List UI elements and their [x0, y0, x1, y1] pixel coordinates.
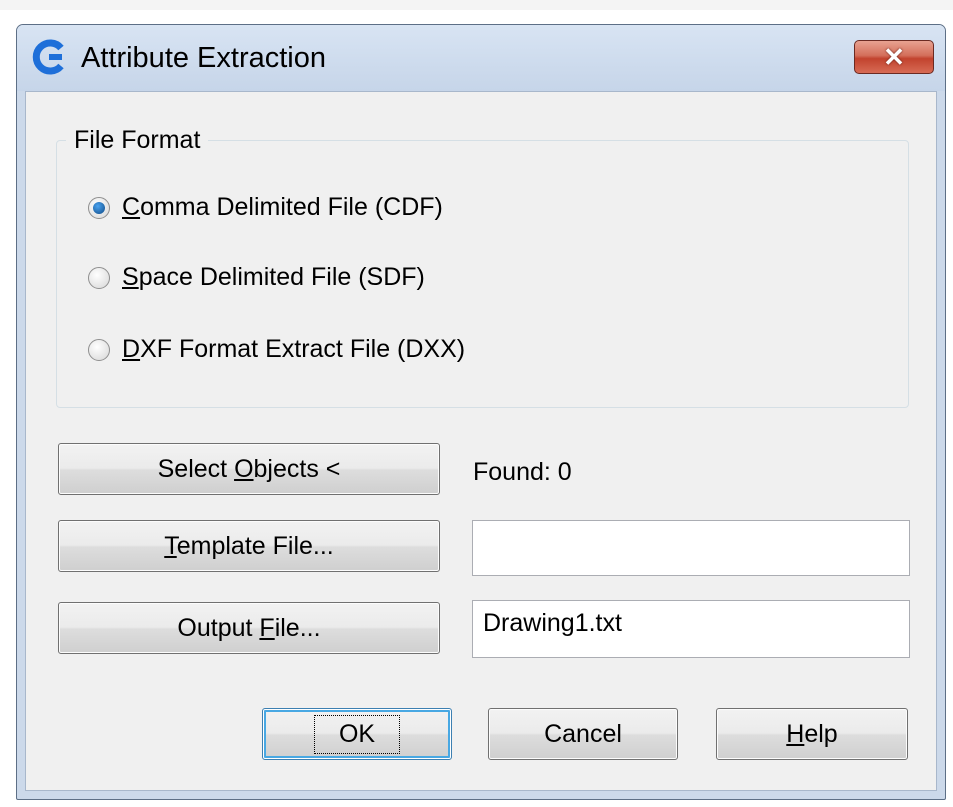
help-label: Help	[786, 719, 838, 748]
radio-cdf[interactable]: Comma Delimited File (CDF)	[88, 193, 443, 222]
app-logo-icon	[32, 39, 64, 75]
title-bar[interactable]: Attribute Extraction ✕	[17, 25, 945, 91]
radio-button-cdf[interactable]	[88, 196, 110, 219]
radio-sdf[interactable]: Space Delimited File (SDF)	[88, 263, 425, 292]
radio-dxx[interactable]: DXF Format Extract File (DXX)	[88, 335, 465, 364]
close-button[interactable]: ✕	[854, 40, 934, 74]
top-strip	[0, 0, 953, 10]
close-icon: ✕	[883, 41, 905, 72]
output-file-label: Output File...	[177, 613, 321, 642]
file-format-label: File Format	[66, 126, 209, 155]
template-file-button[interactable]: Template File...	[58, 520, 440, 572]
select-objects-label: Select Objects <	[157, 454, 341, 483]
radio-label-sdf: Space Delimited File (SDF)	[122, 263, 425, 291]
radio-label-dxx: DXF Format Extract File (DXX)	[122, 335, 466, 363]
output-file-field[interactable]: Drawing1.txt	[472, 600, 910, 658]
template-file-label: Template File...	[164, 531, 334, 560]
ok-label: OK	[313, 714, 401, 754]
radio-button-sdf[interactable]	[88, 266, 110, 289]
found-count: Found: 0	[473, 458, 572, 486]
dialog-window: Attribute Extraction ✕ File Format Comma…	[16, 24, 946, 800]
cancel-button[interactable]: Cancel	[488, 708, 678, 760]
dialog-title: Attribute Extraction	[81, 42, 326, 74]
output-file-button[interactable]: Output File...	[58, 602, 440, 654]
cancel-label: Cancel	[544, 719, 622, 748]
help-button[interactable]: Help	[716, 708, 908, 760]
radio-label-cdf: Comma Delimited File (CDF)	[122, 193, 443, 221]
ok-button[interactable]: OK	[262, 708, 452, 760]
select-objects-button[interactable]: Select Objects <	[58, 443, 440, 495]
radio-button-dxx[interactable]	[88, 338, 110, 361]
dialog-client-area: File Format Comma Delimited File (CDF) S…	[25, 91, 937, 791]
template-file-field[interactable]	[472, 520, 910, 576]
